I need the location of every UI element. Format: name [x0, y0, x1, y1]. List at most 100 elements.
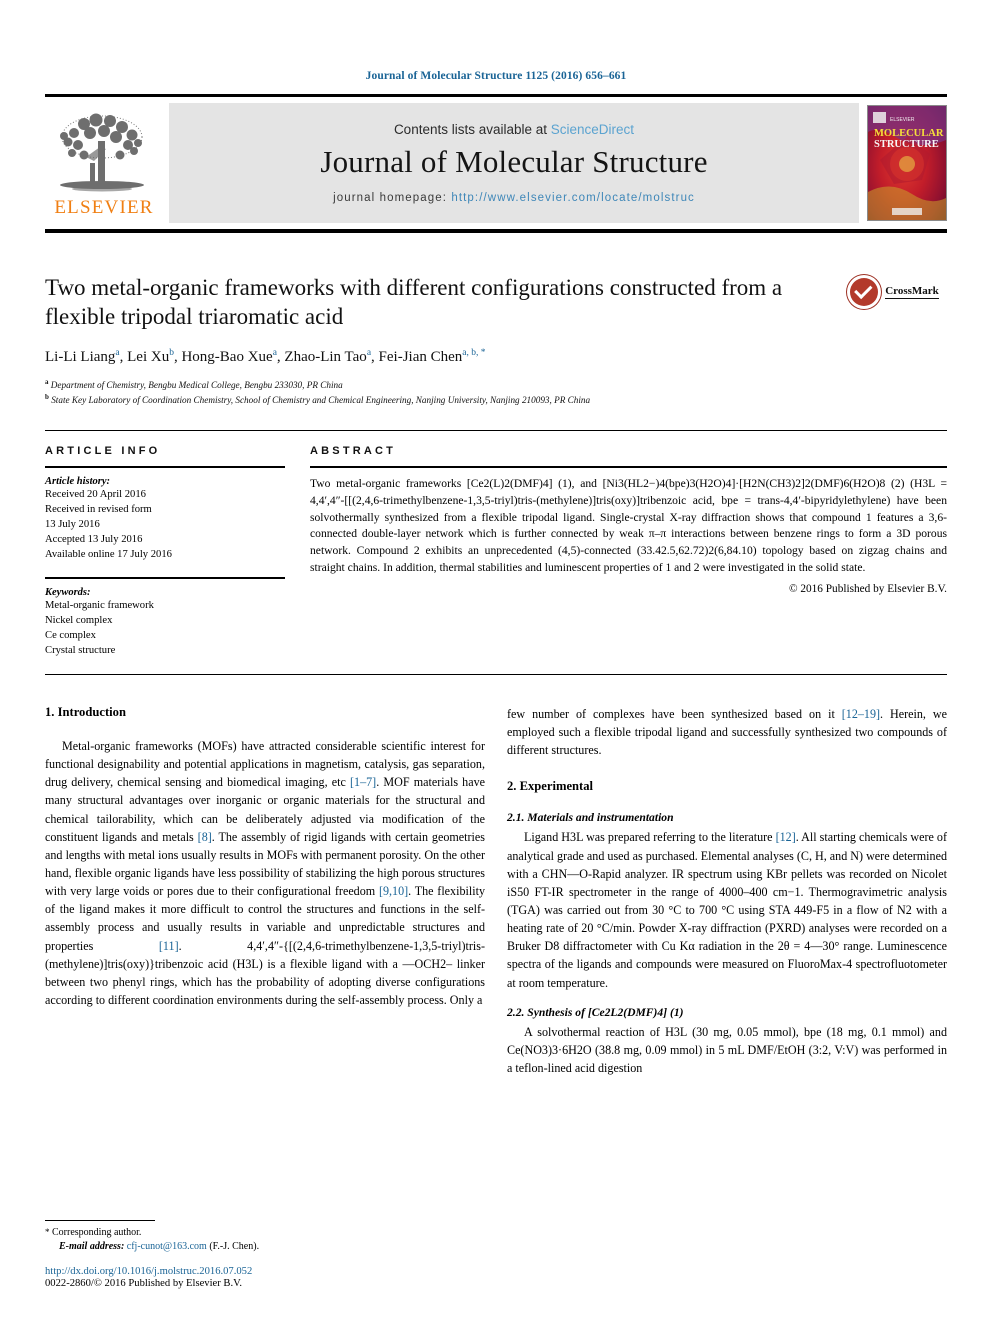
email-link[interactable]: cfj-cunot@163.com [127, 1241, 207, 1252]
citation-link[interactable]: [11] [159, 939, 179, 953]
author-affil-marker: a [366, 347, 372, 358]
affiliation-item: b State Key Laboratory of Coordination C… [45, 392, 827, 407]
title-block: CrossMark Two metal-organic frameworks w… [45, 273, 947, 408]
homepage-prefix: journal homepage: [333, 192, 452, 204]
author-item[interactable]: Lei Xub [127, 347, 174, 365]
page-title: Two metal-organic frameworks with differ… [45, 275, 783, 330]
crossmark-badge[interactable]: CrossMark [839, 275, 947, 309]
heading-materials-instrumentation: 2.1. Materials and instrumentation [507, 811, 674, 825]
affiliation-text: State Key Laboratory of Coordination Che… [51, 395, 591, 406]
email-suffix: (F.-J. Chen). [209, 1241, 260, 1252]
corresponding-label: Corresponding author. [52, 1227, 142, 1238]
cover-title-line2: STRUCTURE [874, 139, 939, 150]
info-abstract-row: ARTICLE INFO Article history: Received 2… [45, 445, 947, 658]
citation-link[interactable]: [9,10] [379, 884, 408, 898]
elsevier-logo: ELSEVIER [45, 97, 163, 229]
article-page: Journal of Molecular Structure 1125 (201… [0, 0, 992, 1323]
intro2-text-a: few number of complexes have been synthe… [507, 706, 842, 721]
keywords-rule [45, 576, 285, 579]
history-item: 13 July 2016 [45, 518, 100, 530]
affiliation-marker: b [45, 393, 49, 402]
abstract-column: ABSTRACT Two metal-organic frameworks [C… [310, 445, 947, 658]
journal-cover-thumbnail: ELSEVIER MOLECULAR STRUCTURE [867, 105, 947, 221]
history-item: Received in revised form [45, 503, 152, 515]
article-info-heading: ARTICLE INFO [45, 444, 161, 457]
author-name: Hong-Bao Xue [181, 348, 273, 365]
journal-homepage-line: journal homepage: http://www.elsevier.co… [333, 192, 695, 204]
keyword-item: Crystal structure [45, 644, 116, 656]
article-info-rule [45, 465, 285, 468]
heading-experimental: 2. Experimental [507, 779, 594, 794]
sciencedirect-link[interactable]: ScienceDirect [551, 122, 634, 137]
author-affil-marker: a [115, 347, 120, 358]
crossmark-label: CrossMark [885, 285, 939, 299]
keyword-item: Ce complex [45, 629, 96, 641]
keywords-list: Metal-organic framework Nickel complex C… [45, 598, 285, 658]
abstract-rule [310, 465, 947, 468]
citation-link[interactable]: [12] [776, 830, 796, 844]
affiliation-marker: a [45, 377, 49, 386]
divider-below-abstract [45, 673, 947, 675]
abstract-text: Two metal-organic frameworks [Ce2(L)2(DM… [310, 476, 947, 575]
email-label: E-mail address: [59, 1241, 125, 1252]
doi-link[interactable]: http://dx.doi.org/10.1016/j.molstruc.201… [45, 1266, 485, 1277]
synthesis-paragraph: A solvothermal reaction of H3L (30 mg, 0… [507, 1024, 947, 1075]
contents-prefix: Contents lists available at [393, 122, 551, 137]
journal-masthead: ELSEVIER Contents lists available at Sci… [45, 94, 947, 233]
abstract-copyright: © 2016 Published by Elsevier B.V. [788, 583, 947, 596]
body-column-right: few number of complexes have been synthe… [507, 705, 947, 1077]
intro-paragraph: Metal-organic frameworks (MOFs) have att… [45, 737, 485, 1009]
elsevier-tree-icon [60, 113, 144, 192]
article-info-column: ARTICLE INFO Article history: Received 2… [45, 445, 285, 658]
author-name: Li-Li Liang [45, 348, 116, 365]
intro-paragraph-continued: few number of complexes have been synthe… [507, 705, 947, 759]
affiliation-item: a Department of Chemistry, Bengbu Medica… [45, 377, 827, 392]
email-line: E-mail address: cfj-cunot@163.com (F.-J.… [45, 1240, 485, 1254]
abstract-heading: ABSTRACT [310, 444, 397, 457]
citation-link[interactable]: [8] [198, 830, 212, 844]
footnote-block: * Corresponding author. E-mail address: … [45, 1220, 485, 1289]
divider-above-abstract [45, 429, 947, 431]
author-item[interactable]: Li-Li Lianga [45, 347, 120, 365]
materials-paragraph: Ligand H3L was prepared referring to the… [507, 828, 947, 991]
author-affil-marker: b [169, 347, 174, 358]
keyword-item: Metal-organic framework [45, 599, 154, 611]
author-item[interactable]: Fei-Jian Chena, b, * [378, 347, 486, 365]
cover-title-line1: MOLECULAR [874, 128, 944, 139]
homepage-url[interactable]: http://www.elsevier.com/locate/molstruc [451, 192, 695, 204]
heading-introduction: 1. Introduction [45, 704, 126, 719]
issn-copyright: 0022-2860/© 2016 Published by Elsevier B… [45, 1278, 243, 1289]
affiliations: a Department of Chemistry, Bengbu Medica… [45, 377, 827, 408]
materials-text-a: Ligand H3L was prepared referring to the… [524, 830, 776, 845]
crossmark-check-icon [847, 275, 882, 309]
author-affil-marker: a, b, * [462, 347, 486, 358]
author-name: Lei Xu [127, 348, 170, 365]
keyword-item: Nickel complex [45, 614, 113, 626]
materials-text-b: . All starting chemicals were of analyti… [507, 830, 947, 990]
corresponding-author-line: * Corresponding author. [45, 1226, 485, 1240]
journal-title: Journal of Molecular Structure [320, 144, 708, 179]
footnote-rule [45, 1220, 155, 1221]
author-list: Li-Li Lianga, Lei Xub, Hong-Bao Xuea, Zh… [45, 347, 486, 365]
author-item[interactable]: Zhao-Lin Taoa [284, 347, 372, 365]
body-columns: 1. Introduction Metal-organic frameworks… [45, 705, 947, 1077]
author-name: Zhao-Lin Tao [284, 348, 367, 365]
history-item: Available online 17 July 2016 [45, 548, 172, 560]
keywords-label: Keywords: [45, 586, 91, 598]
author-item[interactable]: Hong-Bao Xuea [181, 348, 276, 365]
author-name: Fei-Jian Chen [378, 348, 463, 365]
corresponding-star: * [45, 1227, 50, 1237]
contents-available-line: Contents lists available at ScienceDirec… [394, 122, 634, 137]
journal-band: Contents lists available at ScienceDirec… [169, 103, 859, 223]
citation-link[interactable]: [12–19] [842, 707, 880, 721]
history-item: Received 20 April 2016 [45, 488, 146, 500]
cover-art-image: ELSEVIER MOLECULAR STRUCTURE [868, 106, 946, 220]
heading-synthesis-1: 2.2. Synthesis of [Ce2L2(DMF)4] (1) [507, 1005, 684, 1019]
svg-text:ELSEVIER: ELSEVIER [890, 117, 915, 123]
citation-link[interactable]: [1–7] [350, 775, 376, 789]
article-history-list: Received 20 April 2016 Received in revis… [45, 487, 285, 562]
article-history-label: Article history: [45, 475, 111, 487]
elsevier-wordmark: ELSEVIER [54, 197, 154, 218]
body-column-left: 1. Introduction Metal-organic frameworks… [45, 705, 485, 1077]
affiliation-text: Department of Chemistry, Bengbu Medical … [50, 379, 343, 390]
